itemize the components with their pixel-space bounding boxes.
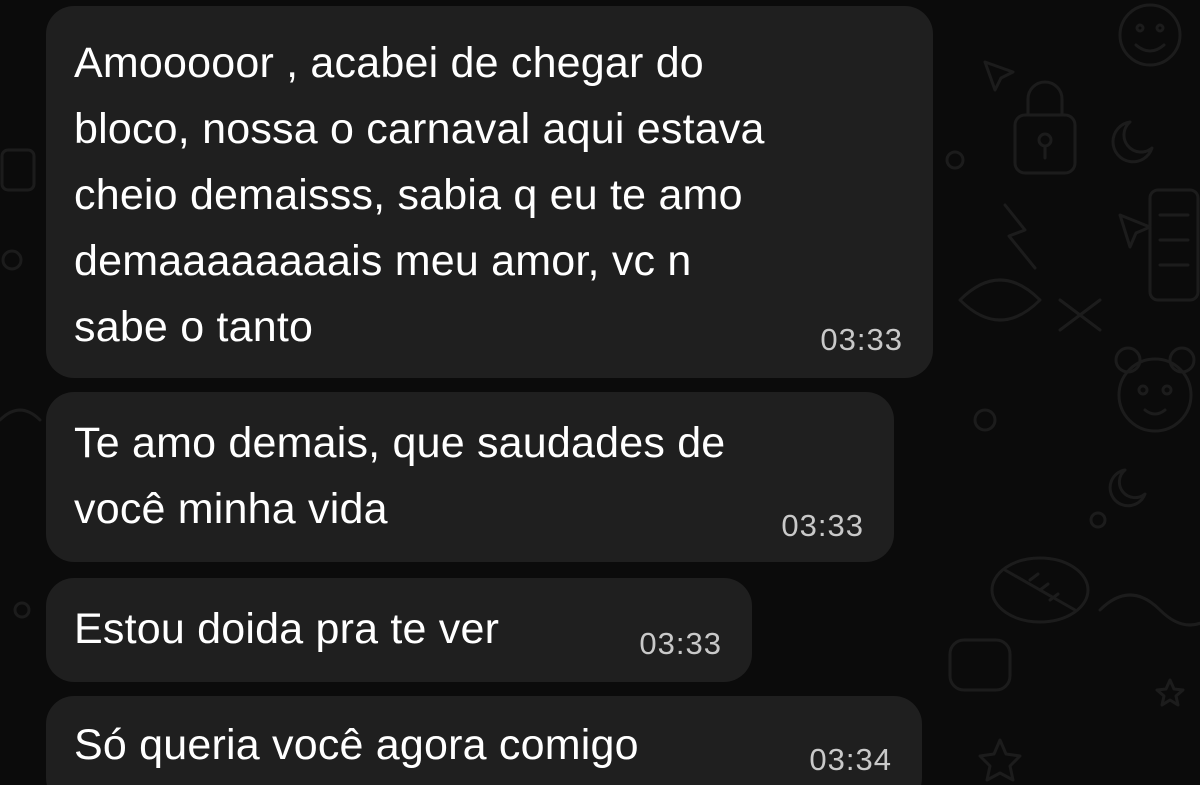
message-text: Só queria você agora comigo [74,721,639,769]
message-bubble-3[interactable]: Estou doida pra te ver 03:33 [46,578,752,682]
calculator-icon [1148,188,1200,302]
moon-icon [1108,120,1154,508]
message-timestamp: 03:33 [639,626,722,661]
ball-icon [990,556,1090,624]
lightning-icon [1003,203,1037,270]
message-timestamp: 03:33 [781,508,864,543]
star-icon [978,678,1185,782]
message-timestamp: 03:33 [820,322,903,357]
lock-icon [1013,80,1077,175]
bear-icon [1114,346,1196,433]
message-text: Estou doida pra te ver [74,605,500,653]
message-bubble-2[interactable]: Te amo demais, que saudades de você minh… [46,392,894,562]
smiley-icon [1118,3,1182,67]
message-bubble-1[interactable]: Amooooor , acabei de chegar do bloco, no… [46,6,933,378]
message-timestamp: 03:34 [809,742,892,777]
message-bubble-4[interactable]: Só queria você agora comigo 03:34 [46,696,922,785]
message-text: Amooooor , acabei de chegar do bloco, no… [74,39,765,351]
message-text: Te amo demais, que saudades de você minh… [74,419,726,533]
chat-window[interactable]: Amooooor , acabei de chegar do bloco, no… [0,0,1200,785]
cursor-icon [983,60,1152,249]
